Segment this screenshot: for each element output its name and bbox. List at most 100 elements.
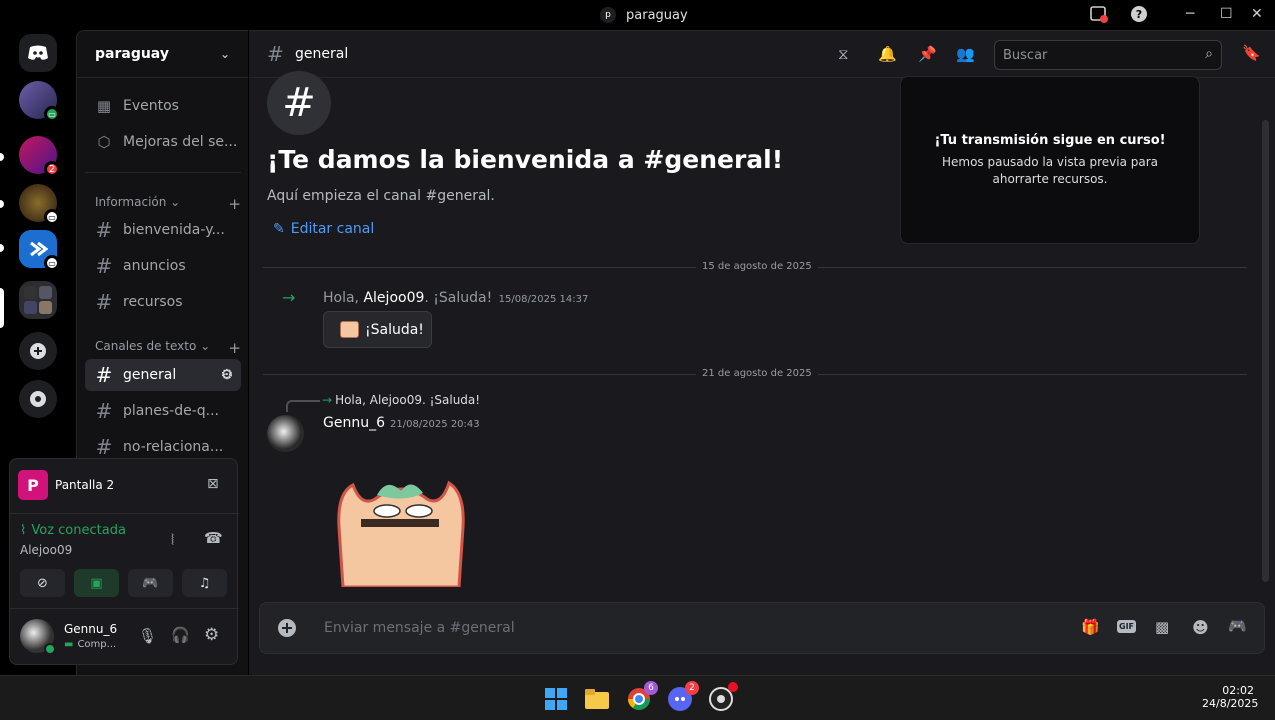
channel-anuncios[interactable]: # anuncios [85,250,241,282]
activity-button[interactable]: 🎮 [128,569,173,597]
channel-general[interactable]: # general ⚇ ⚙ [85,359,241,391]
bookmark-icon[interactable]: 🔖 [1242,44,1261,62]
voice-status[interactable]: ⌇ Voz conectada [20,523,126,538]
channel-planes[interactable]: # planes-de-q... [85,395,241,427]
sticker-image[interactable] [335,477,467,589]
voice-panel: P Pantalla 2 ⊠ ⌇ Voz conectada Alejoo09 … [9,458,239,665]
stream-title: Pantalla 2 [55,478,115,492]
discord-taskbar-icon[interactable]: 2 [667,681,699,712]
members-icon[interactable]: 👥 [956,45,975,63]
gear-icon[interactable]: ⚙ [220,367,233,383]
reply-connector [286,400,320,412]
gift-icon[interactable]: 🎁 [1081,618,1100,636]
unread-pip [0,153,4,161]
server-icon[interactable]: 2 [19,136,60,177]
server-icon[interactable]: ▭ [19,230,60,271]
start-icon[interactable] [543,686,569,712]
screen-badge: ▭ [44,255,60,271]
hash-icon: # [95,290,113,314]
emoji-icon[interactable]: ☻ [1192,618,1209,637]
channel-bienvenida[interactable]: # bienvenida-y... [85,214,241,246]
edit-channel-link[interactable]: ✎ Editar canal [273,221,374,237]
channel-header: # general ⧖ 🔔 📌 👥 Buscar ⌕ 🔖 [249,31,1275,78]
add-channel-icon[interactable]: + [228,339,241,357]
minimize-icon[interactable]: ─ [1186,6,1194,22]
wave-sticker-icon [340,321,359,338]
unread-pip [0,200,4,208]
server-icon[interactable]: ▭ [19,184,60,225]
server-icon[interactable]: ▭ [19,81,60,122]
threads-icon[interactable]: ⧖ [838,45,849,63]
join-username[interactable]: Alejoo09 [363,290,424,306]
scrollbar[interactable] [1262,120,1269,582]
unread-pip [0,244,4,252]
discord-home-icon[interactable] [19,34,57,72]
title-bar: p paraguay ? ─ ☐ ✕ [0,0,1275,30]
clock[interactable]: 02:02 24/8/2025 [1202,684,1258,710]
help-icon[interactable]: ? [1130,5,1148,27]
join-arrow-icon: → [282,288,296,307]
chevron-down-icon: ⌄ [219,47,230,61]
settings-gear-icon[interactable]: ⚙ [204,625,219,645]
screen-badge: ▭ [44,209,60,225]
svg-text:?: ? [1136,8,1142,21]
notification-badge: 6 [644,681,658,695]
search-input[interactable]: Buscar ⌕ [994,40,1222,70]
discover-icon[interactable] [19,380,57,418]
pin-icon[interactable]: 📌 [918,45,937,63]
sidebar-item-events[interactable]: ▦ Eventos [85,90,241,122]
message-author[interactable]: Gennu_6 [323,415,385,431]
bell-icon[interactable]: 🔔 [878,45,897,63]
soundboard-button[interactable]: ♫ [182,569,227,597]
microphone-icon[interactable]: 🎙 [138,627,157,645]
camera-off-button[interactable]: ⊘ [20,569,65,597]
divider [85,172,241,173]
headphones-icon[interactable]: 🎧 [171,626,190,644]
wave-button[interactable]: ¡Saluda! [323,311,432,348]
message-input[interactable]: Enviar mensaje a #general [324,620,515,636]
soundboard-icon: ♫ [198,575,211,591]
boost-icon: ⬡ [97,133,111,151]
server-header[interactable]: paraguay ⌄ [77,31,248,78]
sidebar-item-boosts[interactable]: ⬡ Mejoras del se... [85,126,241,158]
date-label: 21 de agosto de 2025 [696,368,818,379]
selected-pip [0,288,4,328]
stop-stream-icon[interactable]: ⊠ [207,476,219,492]
signal-icon: ⌇ [20,523,27,538]
add-channel-icon[interactable]: + [228,195,241,213]
stream-preview-popup: ¡Tu transmisión sigue en curso! Hemos pa… [900,76,1200,244]
calendar-icon: ▦ [96,97,112,115]
file-explorer-icon[interactable] [584,686,610,712]
user-status: ▬ Comp... [64,639,117,650]
server-folder-icon[interactable] [19,281,57,319]
gif-button[interactable]: GIF [1117,620,1137,633]
hash-icon: # [95,218,113,242]
hash-icon: # [95,435,113,459]
screen-share-avatar: P [18,470,48,500]
obs-icon[interactable] [708,682,738,712]
add-attachment-icon[interactable] [278,619,296,641]
maximize-icon[interactable]: ☐ [1220,6,1233,22]
category-info[interactable]: Información ⌄ + [95,195,241,213]
message-composer[interactable]: Enviar mensaje a #general 🎁 GIF ▩ ☻ 🎮 [259,602,1265,654]
screen-share-button[interactable]: ▣ [74,569,119,597]
timestamp: 15/08/2025 14:37 [498,294,589,305]
inbox-icon[interactable] [1090,5,1108,27]
close-icon[interactable]: ✕ [1251,6,1263,22]
soundwave-icon[interactable]: ⦚ [171,531,174,549]
taskbar: 6 2 02:02 24/8/2025 [0,675,1275,720]
pencil-icon: ✎ [273,221,285,237]
reply-reference[interactable]: → Hola, Alejoo09. ¡Saluda! [322,393,480,407]
apps-icon[interactable]: 🎮 [1228,617,1247,635]
avatar[interactable] [267,415,304,452]
screen-badge: ▭ [44,106,60,122]
category-text[interactable]: Canales de texto ⌄ + [95,339,241,357]
avatar[interactable] [20,619,56,655]
channel-recursos[interactable]: # recursos [85,286,241,318]
chrome-icon[interactable]: 6 [626,681,658,712]
username[interactable]: Gennu_6 [64,622,117,636]
add-server-icon[interactable] [19,332,57,370]
gamepad-icon: 🎮 [142,575,159,591]
sticker-icon[interactable]: ▩ [1155,618,1169,636]
disconnect-icon[interactable]: ☎ [204,529,223,547]
